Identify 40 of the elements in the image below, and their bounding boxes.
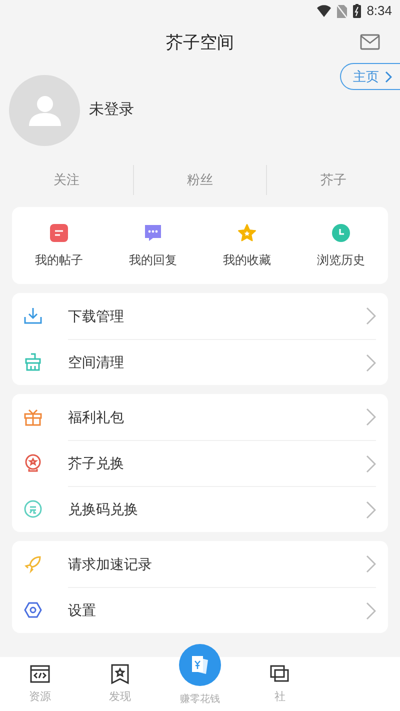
chevron-right-icon [366, 500, 376, 518]
chevron-right-icon [366, 354, 376, 372]
menu-item-label[interactable]: 空间清理 [68, 352, 366, 373]
shortcut-item[interactable]: 浏览历史 [294, 207, 388, 284]
mail-button[interactable] [360, 34, 380, 50]
chat-icon [143, 222, 163, 242]
shortcut-item[interactable]: 我的收藏 [200, 207, 294, 284]
status-time: 8:34 [366, 2, 392, 20]
shortcut-item[interactable]: 我的帖子 [12, 207, 106, 284]
menu-item-label[interactable]: 请求加速记录 [68, 554, 366, 574]
note-icon [49, 222, 69, 242]
wifi-icon [316, 5, 331, 17]
chevron-right-icon [366, 408, 376, 426]
battery-icon [352, 4, 361, 18]
no-sim-icon [336, 4, 347, 18]
chevron-right-icon [366, 307, 376, 325]
menu-item-label[interactable]: 下载管理 [68, 306, 366, 326]
chevron-right-icon [366, 555, 376, 573]
chevron-right-icon [366, 602, 376, 620]
bookmark-icon [109, 662, 131, 685]
chevron-right-icon [385, 70, 392, 82]
menu-item-label[interactable]: 兑换码兑换 [68, 499, 366, 520]
rocket-icon [23, 554, 43, 574]
star-icon [237, 222, 257, 242]
gift-icon [23, 407, 43, 427]
settings-icon [23, 600, 43, 620]
code-window-icon [29, 662, 51, 685]
clock-icon [331, 222, 351, 242]
chat-windows-icon [269, 662, 291, 685]
menu-item-label[interactable]: 福利礼包 [68, 406, 366, 428]
menu-item-label[interactable]: 设置 [68, 600, 366, 621]
broom-icon [23, 352, 43, 372]
coupon-icon [23, 499, 43, 519]
download-icon [23, 306, 43, 326]
username: 未登录 [89, 100, 134, 120]
shortcut-item[interactable]: 我的回复 [106, 207, 200, 284]
medal-icon [23, 453, 43, 473]
menu-item-label[interactable]: 芥子兑换 [68, 453, 366, 474]
page-title: 芥子空间 [166, 32, 234, 54]
chevron-right-icon [366, 454, 376, 472]
